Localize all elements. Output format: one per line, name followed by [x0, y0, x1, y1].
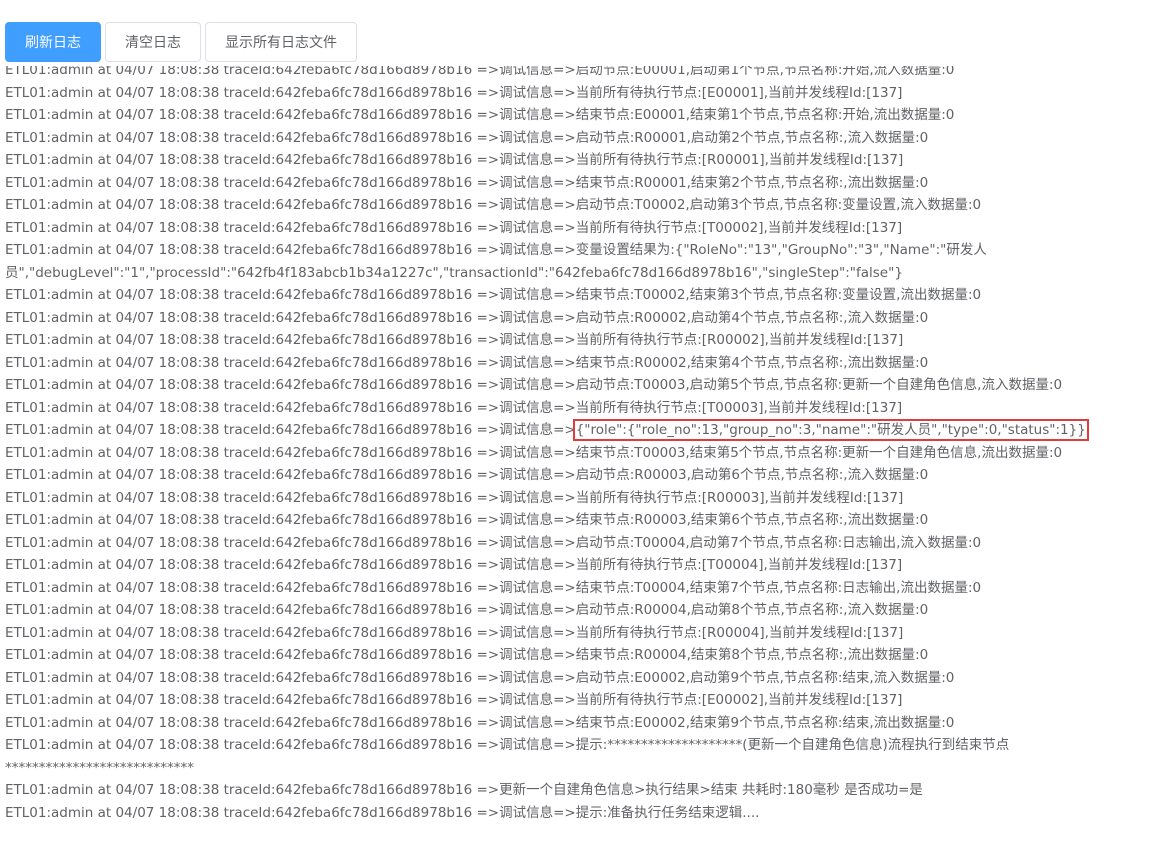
log-line: ETL01:admin at 04/07 18:08:38 traceId:64…	[5, 467, 929, 483]
log-line: ETL01:admin at 04/07 18:08:38 traceId:64…	[5, 669, 955, 686]
log-line: ETL01:admin at 04/07 18:08:38 traceId:64…	[5, 377, 1063, 393]
log-line: ETL01:admin at 04/07 18:08:38 traceId:64…	[5, 287, 982, 303]
log-line: ETL01:admin at 04/07 18:08:38 traceId:64…	[5, 84, 903, 101]
log-line: ETL01:admin at 04/07 18:08:38 traceId:64…	[5, 129, 929, 146]
clear-log-button[interactable]: 清空日志	[105, 22, 201, 62]
log-line: ETL01:admin at 04/07 18:08:38 traceId:64…	[5, 444, 1063, 461]
log-line: ETL01:admin at 04/07 18:08:38 traceId:64…	[5, 579, 982, 596]
log-line: ETL01:admin at 04/07 18:08:38 traceId:64…	[5, 419, 1174, 442]
log-line: ETL01:admin at 04/07 18:08:38 traceId:64…	[5, 66, 955, 78]
log-line: ETL01:admin at 04/07 18:08:38 traceId:64…	[5, 737, 1010, 753]
log-line: ETL01:admin at 04/07 18:08:38 traceId:64…	[5, 107, 955, 123]
log-line: ETL01:admin at 04/07 18:08:38 traceId:64…	[5, 399, 903, 416]
log-line: ETL01:admin at 04/07 18:08:38 traceId:64…	[5, 309, 929, 326]
show-all-log-files-button[interactable]: 显示所有日志文件	[205, 22, 357, 62]
log-line: ETL01:admin at 04/07 18:08:38 traceId:64…	[5, 647, 929, 663]
log-line: ETL01:admin at 04/07 18:08:38 traceId:64…	[5, 354, 929, 371]
log-line: ETL01:admin at 04/07 18:08:38 traceId:64…	[5, 332, 904, 348]
log-line: ****************************	[5, 759, 194, 776]
log-line: ETL01:admin at 04/07 18:08:38 traceId:64…	[5, 512, 929, 528]
log-line: ETL01:admin at 04/07 18:08:38 traceId:64…	[5, 602, 929, 618]
log-line: ETL01:admin at 04/07 18:08:38 traceId:64…	[5, 197, 982, 213]
refresh-log-button[interactable]: 刷新日志	[5, 22, 101, 62]
log-line: 员","debugLevel":"1","processId":"642fb4f…	[5, 264, 903, 281]
log-line: ETL01:admin at 04/07 18:08:38 traceId:64…	[5, 782, 923, 798]
log-line: ETL01:admin at 04/07 18:08:38 traceId:64…	[5, 242, 987, 258]
log-line: ETL01:admin at 04/07 18:08:38 traceId:64…	[5, 152, 904, 168]
log-line: ETL01:admin at 04/07 18:08:38 traceId:64…	[5, 489, 904, 506]
log-line: ETL01:admin at 04/07 18:08:38 traceId:64…	[5, 219, 903, 236]
log-line: ETL01:admin at 04/07 18:08:38 traceId:64…	[5, 692, 903, 708]
log-lines: ETL01:admin at 04/07 18:08:38 traceId:64…	[5, 66, 1174, 824]
log-line: ETL01:admin at 04/07 18:08:38 traceId:64…	[5, 174, 929, 191]
log-line: ETL01:admin at 04/07 18:08:38 traceId:64…	[5, 804, 760, 821]
log-line: ETL01:admin at 04/07 18:08:38 traceId:64…	[5, 714, 955, 731]
log-line: ETL01:admin at 04/07 18:08:38 traceId:64…	[5, 557, 903, 573]
log-line: ETL01:admin at 04/07 18:08:38 traceId:64…	[5, 534, 982, 551]
log-line-prefix: ETL01:admin at 04/07 18:08:38 traceId:64…	[5, 422, 576, 438]
toolbar: 刷新日志 清空日志 显示所有日志文件	[5, 22, 357, 62]
highlighted-log-json: {"role":{"role_no":13,"group_no":3,"name…	[572, 419, 1089, 441]
log-panel[interactable]: ETL01:admin at 04/07 18:08:38 traceId:64…	[0, 66, 1174, 852]
log-line: ETL01:admin at 04/07 18:08:38 traceId:64…	[5, 624, 904, 641]
